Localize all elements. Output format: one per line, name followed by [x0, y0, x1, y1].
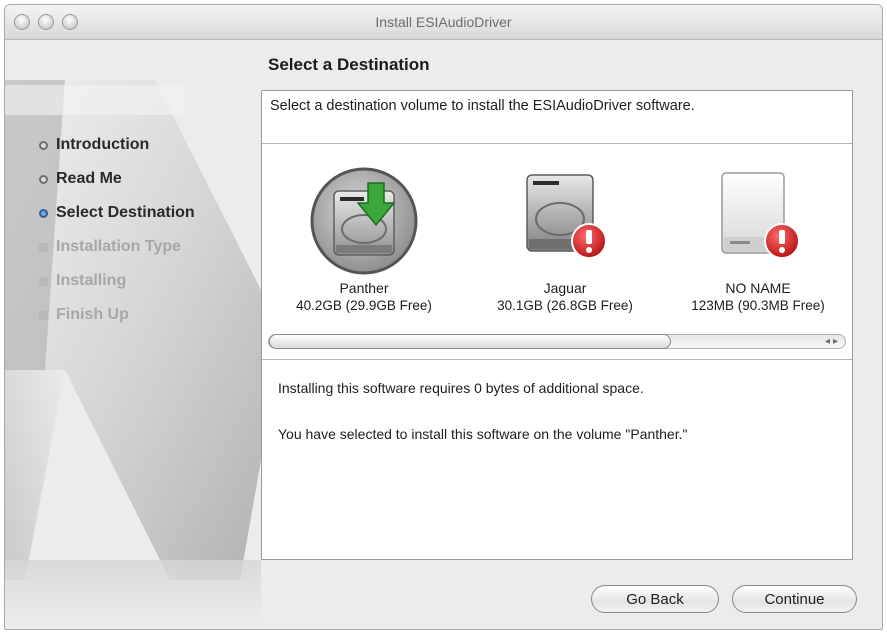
window-title: Install ESIAudioDriver	[375, 14, 512, 30]
scrollbar-thumb[interactable]	[269, 334, 671, 349]
volume-size: 40.2GB (29.9GB Free)	[296, 298, 432, 313]
volume-name: Panther	[339, 280, 389, 296]
step-future-bullet-icon	[39, 242, 48, 252]
volume-name: NO NAME	[725, 280, 791, 296]
step-label: Select Destination	[56, 204, 195, 221]
go-back-button[interactable]: Go Back	[591, 585, 719, 613]
step-introduction: Introduction	[39, 128, 195, 162]
space-required-text: Installing this software requires 0 byte…	[278, 380, 644, 396]
title-bar[interactable]: Install ESIAudioDriver	[5, 5, 882, 40]
installer-sidebar: Introduction Read Me Select Destination …	[5, 40, 261, 629]
hard-drive-install-icon	[310, 167, 418, 275]
volume-panther[interactable]: Panther 40.2GB (29.9GB Free)	[262, 147, 466, 327]
step-done-bullet-icon	[39, 140, 48, 150]
step-label: Finish Up	[56, 306, 129, 323]
hard-drive-warning-icon	[526, 174, 607, 259]
step-label: Installing	[56, 272, 127, 289]
destination-panel: Select a destination volume to install t…	[261, 90, 853, 560]
step-label: Introduction	[56, 136, 150, 153]
selection-status-text: You have selected to install this softwa…	[278, 426, 688, 442]
divider	[262, 143, 852, 144]
step-current-bullet-icon	[39, 208, 48, 218]
horizontal-scrollbar[interactable]: ◂▸	[268, 334, 846, 349]
step-done-bullet-icon	[39, 174, 48, 184]
volume-name: Jaguar	[543, 280, 587, 296]
step-finish-up: Finish Up	[39, 298, 195, 332]
step-future-bullet-icon	[39, 276, 48, 286]
step-read-me: Read Me	[39, 162, 195, 196]
step-select-destination: Select Destination	[39, 196, 195, 230]
volume-no-name[interactable]: NO NAME 123MB (90.3MB Free)	[664, 147, 852, 327]
intro-text: Select a destination volume to install t…	[270, 98, 695, 114]
installer-steps-list: Introduction Read Me Select Destination …	[39, 128, 195, 332]
step-label: Installation Type	[56, 238, 182, 255]
divider	[262, 359, 852, 360]
installer-window: Install ESIAudioDriver Introduction Read…	[4, 4, 883, 630]
step-future-bullet-icon	[39, 310, 48, 320]
volume-size: 123MB (90.3MB Free)	[691, 298, 825, 313]
continue-button[interactable]: Continue	[732, 585, 857, 613]
removable-drive-warning-icon	[721, 172, 800, 259]
volume-size: 30.1GB (26.8GB Free)	[497, 298, 633, 313]
scroll-arrows-icon[interactable]: ◂▸	[825, 334, 841, 349]
step-installing: Installing	[39, 264, 195, 298]
volume-jaguar[interactable]: Jaguar 30.1GB (26.8GB Free)	[466, 147, 664, 327]
step-label: Read Me	[56, 170, 122, 187]
step-installation-type: Installation Type	[39, 230, 195, 264]
volume-browser: Panther 40.2GB (29.9GB Free) Jaguar 30.1…	[262, 147, 852, 327]
page-title: Select a Destination	[268, 55, 430, 74]
